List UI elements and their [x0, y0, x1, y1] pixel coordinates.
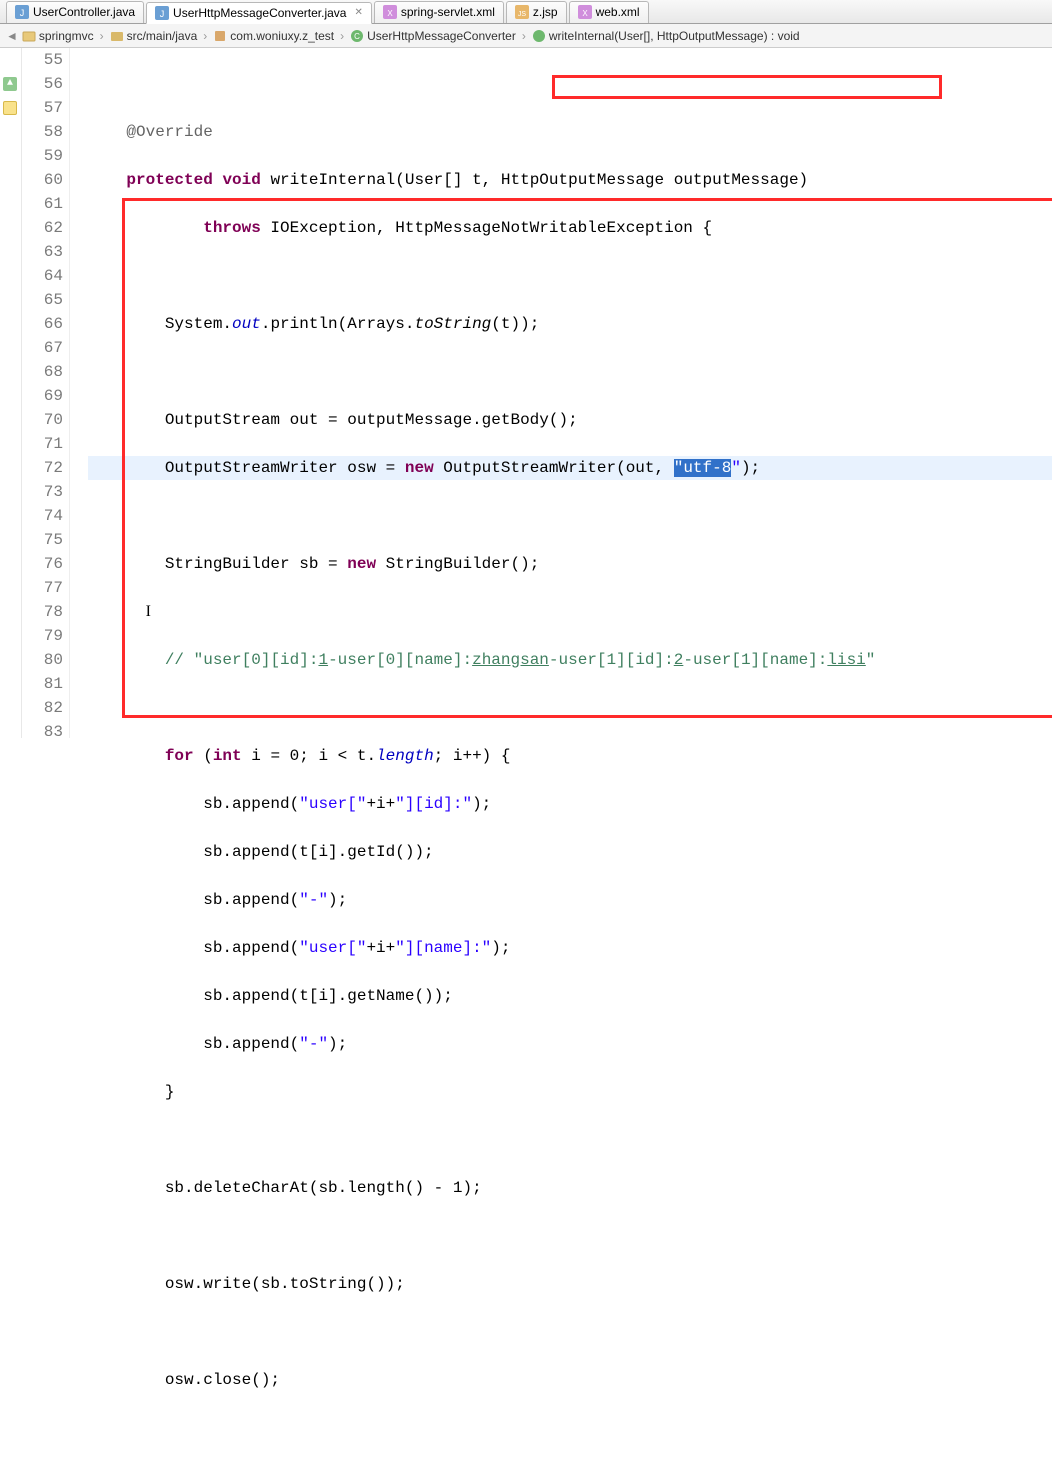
line-number: 58 — [22, 120, 63, 144]
breadcrumb-src[interactable]: src/main/java — [110, 29, 198, 43]
tab-userhttpmessageconverter[interactable]: J UserHttpMessageConverter.java ✕ — [146, 2, 372, 24]
tab-zjsp[interactable]: JS z.jsp — [506, 1, 567, 23]
editor-tabs: J UserController.java J UserHttpMessageC… — [0, 0, 1052, 24]
chevron-right-icon: › — [522, 29, 526, 43]
project-icon — [22, 29, 36, 43]
tab-label: web.xml — [596, 5, 640, 19]
src-folder-icon — [110, 29, 124, 43]
code-area[interactable]: @Override protected void writeInternal(U… — [70, 48, 1052, 738]
line-number: 65 — [22, 288, 63, 312]
tab-usercontroller[interactable]: J UserController.java — [6, 1, 144, 23]
line-number: 78 — [22, 600, 63, 624]
line-number: 57 — [22, 96, 63, 120]
breadcrumb-class[interactable]: C UserHttpMessageConverter — [350, 29, 516, 43]
breadcrumb: ◄ springmvc › src/main/java › com.woniux… — [0, 24, 1052, 48]
line-number: 72 — [22, 456, 63, 480]
line-number-gutter: 5556575859606162636465666768697071727374… — [22, 48, 70, 738]
line-number: 82 — [22, 696, 63, 720]
tab-label: UserController.java — [33, 5, 135, 19]
java-file-icon: J — [155, 6, 169, 20]
line-number: 61 — [22, 192, 63, 216]
svg-text:X: X — [387, 9, 393, 18]
line-number: 62 — [22, 216, 63, 240]
line-number: 55 — [22, 48, 63, 72]
tab-label: z.jsp — [533, 5, 558, 19]
line-number: 63 — [22, 240, 63, 264]
breadcrumb-label: writeInternal(User[], HttpOutputMessage)… — [549, 29, 800, 43]
line-number: 70 — [22, 408, 63, 432]
text-caret: I — [146, 603, 151, 620]
xml-file-icon: X — [383, 5, 397, 19]
line-number: 83 — [22, 720, 63, 744]
breadcrumb-method[interactable]: writeInternal(User[], HttpOutputMessage)… — [532, 29, 800, 43]
current-line: OutputStreamWriter osw = new OutputStrea… — [88, 456, 1052, 480]
method-icon — [532, 29, 546, 43]
breadcrumb-label: com.woniuxy.z_test — [230, 29, 334, 43]
breadcrumb-package[interactable]: com.woniuxy.z_test — [213, 29, 334, 43]
line-number: 79 — [22, 624, 63, 648]
breadcrumb-label: springmvc — [39, 29, 94, 43]
chevron-right-icon: › — [203, 29, 207, 43]
line-number: 80 — [22, 648, 63, 672]
svg-text:X: X — [582, 9, 588, 18]
line-number: 60 — [22, 168, 63, 192]
line-number: 77 — [22, 576, 63, 600]
code-editor[interactable]: ▲ 55565758596061626364656667686970717273… — [0, 48, 1052, 738]
tab-label: spring-servlet.xml — [401, 5, 495, 19]
line-number: 67 — [22, 336, 63, 360]
tab-spring-servlet[interactable]: X spring-servlet.xml — [374, 1, 504, 23]
java-file-icon: J — [15, 5, 29, 19]
line-number: 71 — [22, 432, 63, 456]
xml-file-icon: X — [578, 5, 592, 19]
tab-label: UserHttpMessageConverter.java — [173, 6, 346, 20]
breadcrumb-project[interactable]: springmvc — [22, 29, 94, 43]
svg-text:C: C — [354, 32, 360, 41]
line-number: 75 — [22, 528, 63, 552]
package-icon — [213, 29, 227, 43]
warning-marker-icon — [3, 101, 17, 115]
svg-text:J: J — [160, 9, 165, 19]
class-icon: C — [350, 29, 364, 43]
override-marker-icon: ▲ — [3, 77, 17, 91]
breadcrumb-label: UserHttpMessageConverter — [367, 29, 516, 43]
close-icon[interactable]: ✕ — [354, 7, 362, 18]
method-param-outputmessage: HttpOutputMessage outputMessage — [501, 171, 799, 189]
line-number: 56 — [22, 72, 63, 96]
line-number: 76 — [22, 552, 63, 576]
annotation: @Override — [126, 123, 212, 141]
line-number: 69 — [22, 384, 63, 408]
jsp-file-icon: JS — [515, 5, 529, 19]
tab-webxml[interactable]: X web.xml — [569, 1, 649, 23]
line-number: 81 — [22, 672, 63, 696]
text-selection: "utf-8 — [674, 459, 732, 477]
marker-bar: ▲ — [0, 48, 22, 738]
line-number: 64 — [22, 264, 63, 288]
breadcrumb-label: src/main/java — [127, 29, 198, 43]
back-icon[interactable]: ◄ — [6, 29, 18, 43]
chevron-right-icon: › — [340, 29, 344, 43]
line-number: 68 — [22, 360, 63, 384]
line-number: 74 — [22, 504, 63, 528]
line-number: 66 — [22, 312, 63, 336]
svg-text:JS: JS — [518, 11, 527, 18]
line-number: 73 — [22, 480, 63, 504]
line-number: 59 — [22, 144, 63, 168]
svg-text:J: J — [20, 8, 25, 18]
chevron-right-icon: › — [100, 29, 104, 43]
